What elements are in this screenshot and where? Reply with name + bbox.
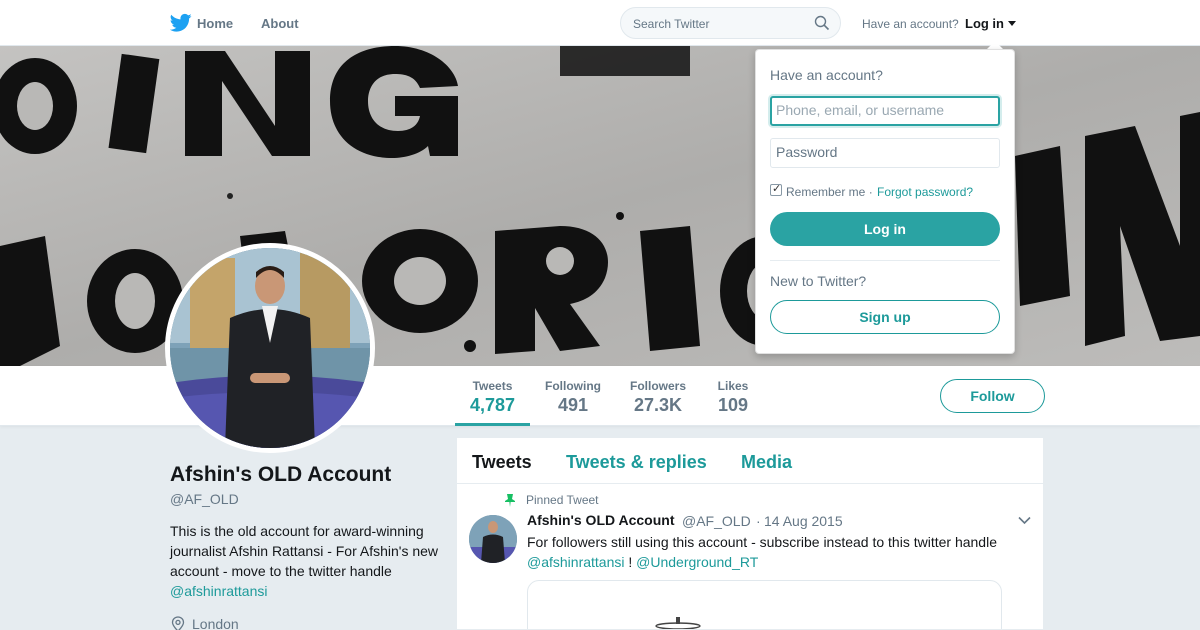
tweet-avatar-photo	[469, 515, 517, 563]
stat-tweets[interactable]: Tweets 4,787	[455, 366, 530, 426]
have-account-text: Have an account?	[862, 17, 959, 31]
follow-button[interactable]: Follow	[940, 379, 1045, 413]
pinned-tweet-label: Pinned Tweet	[526, 493, 599, 507]
tweet-mid-text: !	[624, 554, 637, 570]
nav-home-link[interactable]: Home	[197, 16, 233, 31]
tweet-mention-1[interactable]: @afshinrattansi	[527, 554, 624, 570]
search-icon[interactable]	[814, 15, 830, 31]
username-field[interactable]: Phone, email, or username	[770, 96, 1000, 126]
profile-handle[interactable]: @AF_OLD	[170, 491, 239, 507]
pin-icon	[505, 494, 515, 507]
tab-tweets[interactable]: Tweets	[472, 452, 532, 473]
nav-about-link[interactable]: About	[261, 16, 299, 31]
profile-bio: This is the old account for award-winnin…	[170, 521, 440, 601]
profile-location: London	[192, 616, 239, 630]
remember-me-label: Remember me ·	[786, 185, 873, 199]
stat-label: Following	[545, 379, 601, 393]
caret-down-icon[interactable]	[1008, 21, 1016, 26]
stat-label: Followers	[629, 379, 686, 393]
bio-link[interactable]: @afshinrattansi	[170, 583, 267, 599]
tweet-text: For followers still using this account -…	[527, 532, 1027, 572]
profile-name[interactable]: Afshin's OLD Account	[170, 463, 391, 487]
tab-tweets-replies[interactable]: Tweets & replies	[566, 452, 707, 473]
stat-value: 491	[557, 395, 589, 415]
location-pin-icon	[171, 616, 185, 630]
stat-label: Tweets	[472, 379, 513, 393]
tweet-separator: ·	[756, 513, 761, 529]
stat-value: 27.3K	[633, 395, 683, 415]
tab-media[interactable]: Media	[741, 452, 792, 473]
password-field[interactable]: Password	[770, 138, 1000, 168]
top-navigation: Home About Search Twitter Have an accoun…	[0, 0, 1200, 46]
tweet-media-card[interactable]	[527, 580, 1002, 629]
login-dropdown-toggle[interactable]: Log in	[965, 16, 1004, 31]
dropdown-divider	[770, 260, 1000, 261]
search-input[interactable]: Search Twitter	[633, 17, 709, 31]
search-box[interactable]: Search Twitter	[620, 7, 841, 39]
tweet-author-name[interactable]: Afshin's OLD Account	[527, 512, 674, 528]
chevron-down-icon[interactable]	[1018, 516, 1031, 525]
tweet-avatar[interactable]	[469, 515, 517, 563]
login-button[interactable]: Log in	[770, 212, 1000, 246]
tweet-date[interactable]: 14 Aug 2015	[764, 513, 843, 529]
timeline-tabs: Tweets Tweets & replies Media	[457, 438, 1043, 484]
dropdown-title: Have an account?	[770, 67, 883, 83]
tweet-author-handle[interactable]: @AF_OLD	[682, 513, 751, 529]
stat-label: Likes	[717, 379, 749, 393]
avatar-photo	[170, 248, 370, 448]
timeline: Tweets Tweets & replies Media Pinned Twe…	[456, 437, 1044, 630]
new-to-twitter-label: New to Twitter?	[770, 273, 867, 289]
remember-me-checkbox[interactable]	[770, 182, 782, 196]
twitter-bird-icon[interactable]	[170, 13, 192, 33]
stat-followers[interactable]: Followers 27.3K	[624, 366, 692, 426]
stat-following[interactable]: Following 491	[539, 366, 607, 426]
tweet-mention-2[interactable]: @Underground_RT	[636, 554, 758, 570]
stat-value: 109	[717, 395, 749, 415]
login-dropdown: Have an account? Phone, email, or userna…	[755, 49, 1015, 354]
signup-button[interactable]: Sign up	[770, 300, 1000, 334]
tweet-body: For followers still using this account -…	[527, 534, 997, 550]
stat-likes[interactable]: Likes 109	[710, 366, 756, 426]
stat-value: 4,787	[469, 395, 516, 415]
forgot-password-link[interactable]: Forgot password?	[877, 185, 973, 199]
card-image-glyph	[655, 617, 701, 629]
bio-text: This is the old account for award-winnin…	[170, 523, 439, 579]
profile-avatar[interactable]	[165, 243, 375, 453]
